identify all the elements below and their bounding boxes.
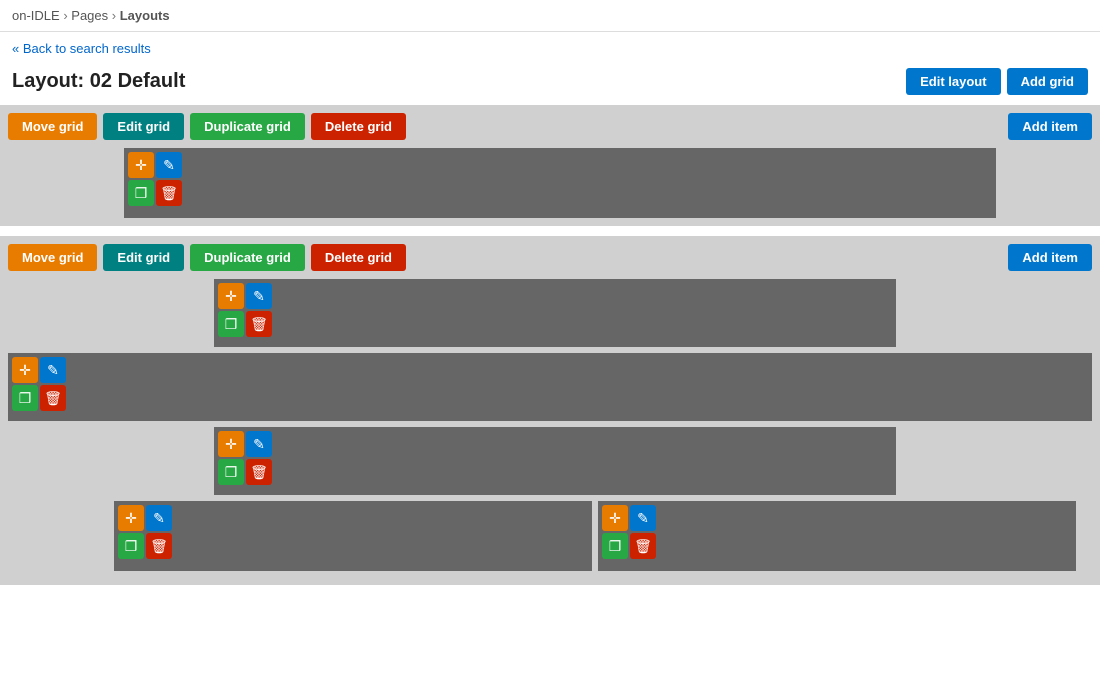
grid2-row2-cell: ✛ ✎ ❐ 🗑 — [8, 353, 1092, 421]
grid2-r4c2-move-icon[interactable]: ✛ — [602, 505, 628, 531]
grid2-move-button[interactable]: Move grid — [8, 244, 97, 271]
grid2-r3-edit-icon[interactable]: ✎ — [246, 431, 272, 457]
grid1-cell-edit-icon[interactable]: ✎ — [156, 152, 182, 178]
grid2-r3-move-icon[interactable]: ✛ — [218, 431, 244, 457]
grid2-row4-right-spacer — [1082, 501, 1092, 571]
grid2-row1: ✛ ✎ ❐ 🗑 — [8, 279, 1092, 347]
grid1-duplicate-button[interactable]: Duplicate grid — [190, 113, 305, 140]
grid2-r3-delete-icon[interactable]: 🗑 — [246, 459, 272, 485]
breadcrumb: on-IDLE › Pages › Layouts — [0, 0, 1100, 32]
grid1-edit-button[interactable]: Edit grid — [103, 113, 184, 140]
breadcrumb-on-idle[interactable]: on-IDLE — [12, 8, 60, 23]
header-buttons: Edit layout Add grid — [906, 68, 1088, 95]
grid2-duplicate-button[interactable]: Duplicate grid — [190, 244, 305, 271]
grid1-add-item-button[interactable]: Add item — [1008, 113, 1092, 140]
grid1-cell-move-icon[interactable]: ✛ — [128, 152, 154, 178]
grid1-toolbar: Move grid Edit grid Duplicate grid Delet… — [8, 113, 1092, 140]
add-grid-button[interactable]: Add grid — [1007, 68, 1088, 95]
grid2-delete-button[interactable]: Delete grid — [311, 244, 406, 271]
grid2-r4c2-delete-icon[interactable]: 🗑 — [630, 533, 656, 559]
grid2-toolbar: Move grid Edit grid Duplicate grid Delet… — [8, 244, 1092, 271]
grid2-row1-cell: ✛ ✎ ❐ 🗑 — [214, 279, 896, 347]
grid2-r2-delete-icon[interactable]: 🗑 — [40, 385, 66, 411]
grid1-cell-duplicate-icon[interactable]: ❐ — [128, 180, 154, 206]
back-to-search-link[interactable]: « Back to search results — [12, 41, 151, 56]
grid2-row2-cell-icons: ✛ ✎ ❐ 🗑 — [12, 357, 66, 411]
grid2-r4c2-edit-icon[interactable]: ✎ — [630, 505, 656, 531]
grid2-row4-cell2: ✛ ✎ ❐ 🗑 — [598, 501, 1076, 571]
grid1-right-spacer — [1002, 148, 1092, 218]
grid2-row4-cell1-icons: ✛ ✎ ❐ 🗑 — [118, 505, 172, 559]
grid1-cell-icons: ✛ ✎ ❐ 🗑 — [128, 152, 182, 206]
grid2-edit-button[interactable]: Edit grid — [103, 244, 184, 271]
grid2-r4c1-edit-icon[interactable]: ✎ — [146, 505, 172, 531]
grid1-content: ✛ ✎ ❐ 🗑 — [8, 148, 1092, 218]
grid2-add-item-button[interactable]: Add item — [1008, 244, 1092, 271]
grid-section-2: Move grid Edit grid Duplicate grid Delet… — [0, 236, 1100, 585]
grid2-r1-edit-icon[interactable]: ✎ — [246, 283, 272, 309]
grid2-row4-left-spacer — [8, 501, 108, 571]
grid2-r1-duplicate-icon[interactable]: ❐ — [218, 311, 244, 337]
grid2-row3-cell: ✛ ✎ ❐ 🗑 — [214, 427, 896, 495]
grid2-r2-edit-icon[interactable]: ✎ — [40, 357, 66, 383]
grid2-row4-cell2-icons: ✛ ✎ ❐ 🗑 — [602, 505, 656, 559]
grid2-row3-cell-icons: ✛ ✎ ❐ 🗑 — [218, 431, 272, 485]
grid2-r4c1-duplicate-icon[interactable]: ❐ — [118, 533, 144, 559]
breadcrumb-current: Layouts — [120, 8, 170, 23]
grid2-r4c1-delete-icon[interactable]: 🗑 — [146, 533, 172, 559]
grid2-row1-right — [902, 279, 1092, 347]
page-title: Layout: 02 Default — [12, 70, 185, 93]
grid2-row1-left — [8, 279, 208, 347]
grid2-row3-right — [902, 427, 1092, 495]
grid2-r4c1-move-icon[interactable]: ✛ — [118, 505, 144, 531]
grid2-r1-delete-icon[interactable]: 🗑 — [246, 311, 272, 337]
grid2-row2: ✛ ✎ ❐ 🗑 — [8, 353, 1092, 421]
grid2-r2-move-icon[interactable]: ✛ — [12, 357, 38, 383]
grid1-delete-button[interactable]: Delete grid — [311, 113, 406, 140]
page-header: Layout: 02 Default Edit layout Add grid — [0, 60, 1100, 105]
breadcrumb-pages[interactable]: Pages — [71, 8, 108, 23]
grid1-cell-delete-icon[interactable]: 🗑 — [156, 180, 182, 206]
grid1-left-spacer — [8, 148, 118, 218]
grid2-r2-duplicate-icon[interactable]: ❐ — [12, 385, 38, 411]
grid2-row1-cell-icons: ✛ ✎ ❐ 🗑 — [218, 283, 272, 337]
grid2-r1-move-icon[interactable]: ✛ — [218, 283, 244, 309]
grid2-r3-duplicate-icon[interactable]: ❐ — [218, 459, 244, 485]
grid1-move-button[interactable]: Move grid — [8, 113, 97, 140]
grid-section-1: Move grid Edit grid Duplicate grid Delet… — [0, 105, 1100, 226]
grid2-r4c2-duplicate-icon[interactable]: ❐ — [602, 533, 628, 559]
grid1-main-cell: ✛ ✎ ❐ 🗑 — [124, 148, 996, 218]
grid2-row3: ✛ ✎ ❐ 🗑 — [8, 427, 1092, 495]
back-link-container: « Back to search results — [0, 32, 1100, 60]
grid2-row4-cell1: ✛ ✎ ❐ 🗑 — [114, 501, 592, 571]
grid2-row4: ✛ ✎ ❐ 🗑 ✛ ✎ ❐ 🗑 — [8, 501, 1092, 571]
edit-layout-button[interactable]: Edit layout — [906, 68, 1000, 95]
grid2-row3-left — [8, 427, 208, 495]
